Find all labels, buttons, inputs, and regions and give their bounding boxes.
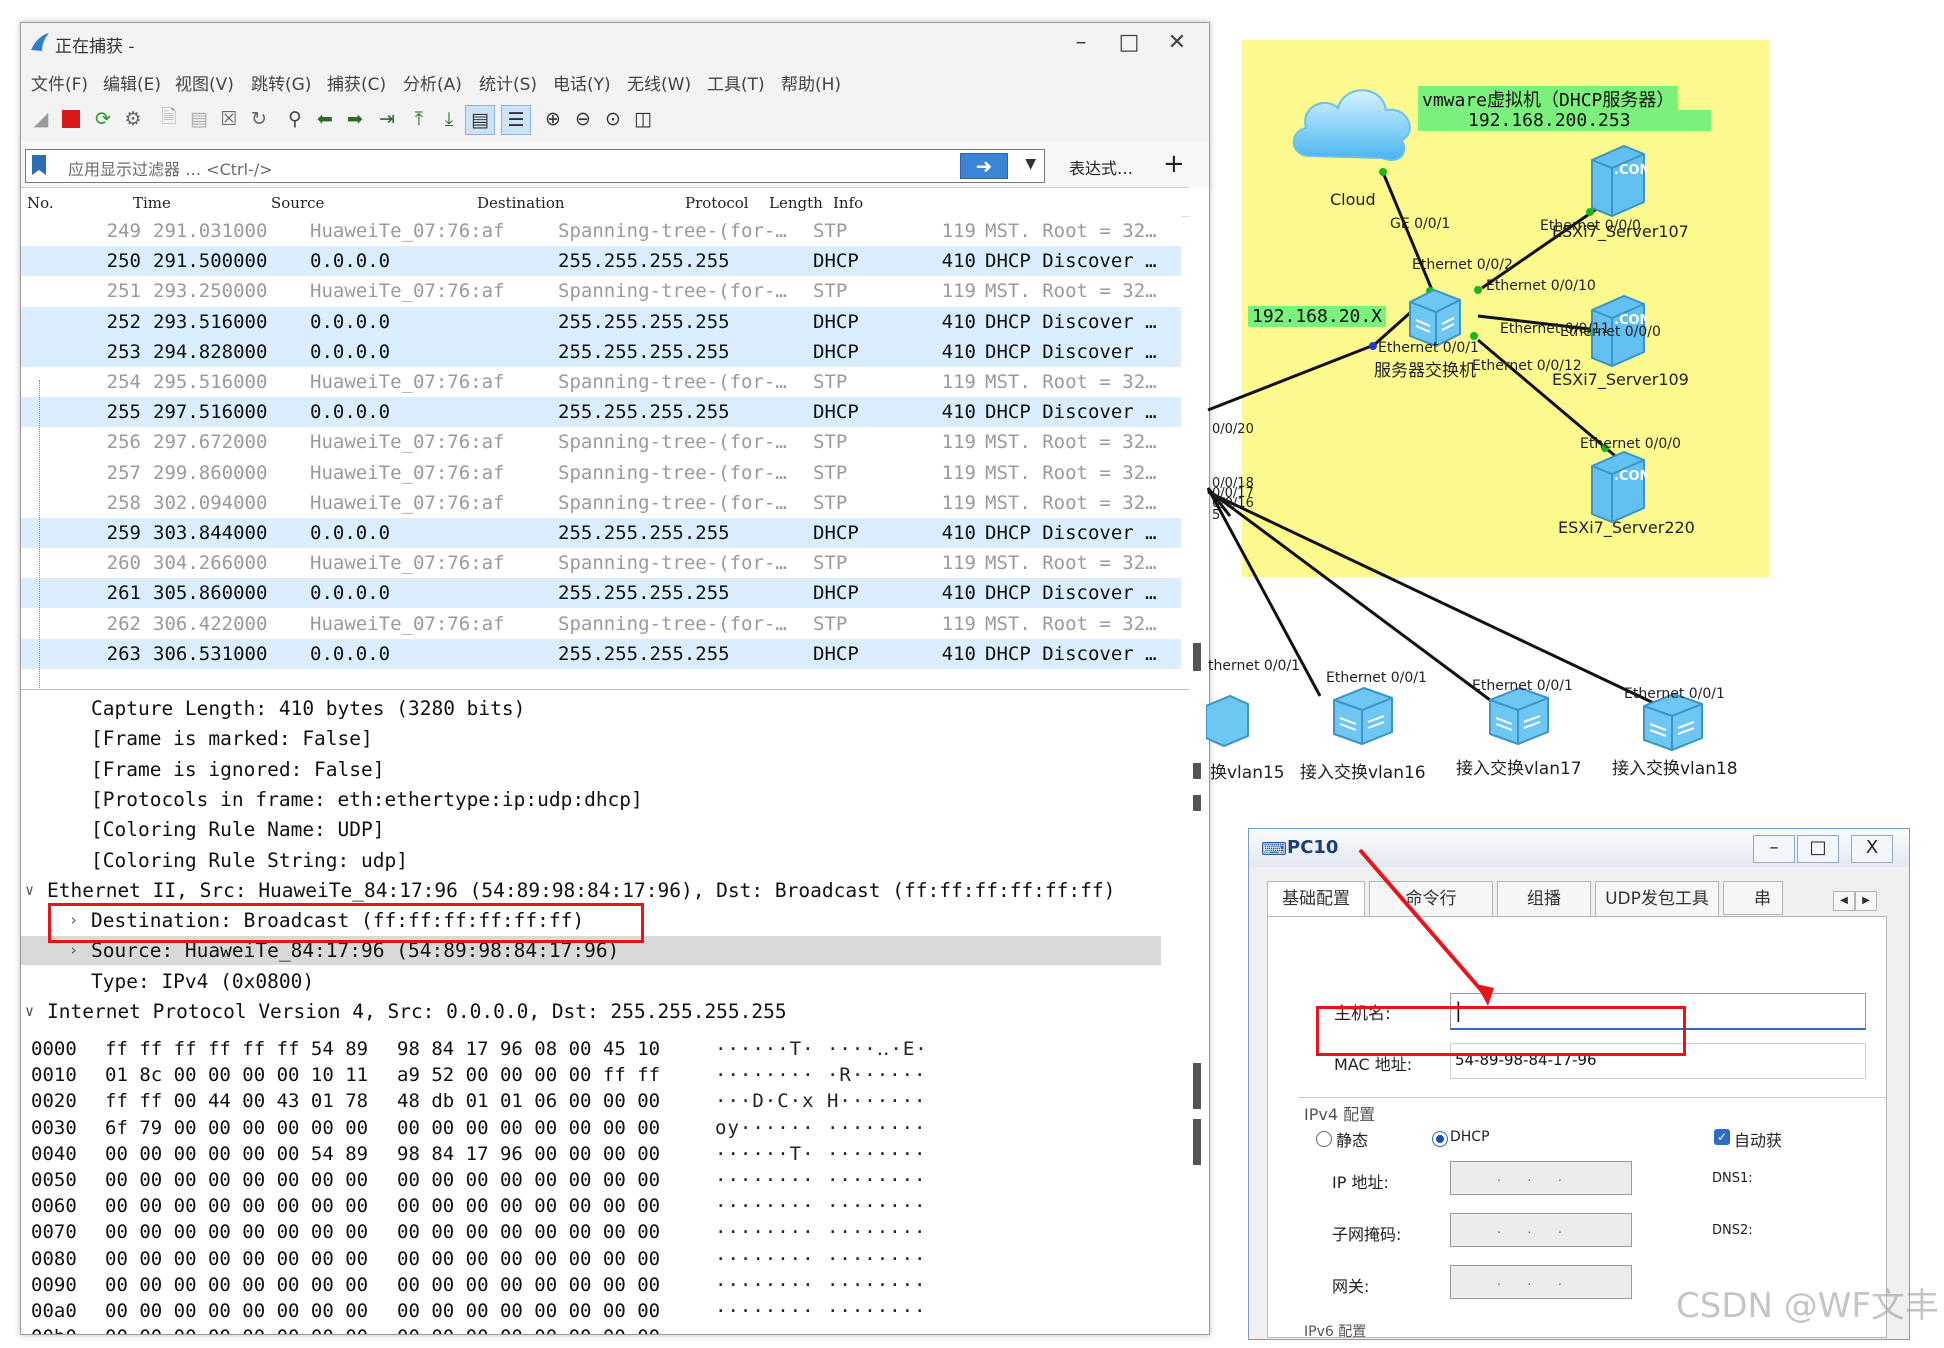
watermark: CSDN @WF文丰 bbox=[1676, 1286, 1939, 1326]
annotation-arrow bbox=[1358, 848, 1494, 1006]
